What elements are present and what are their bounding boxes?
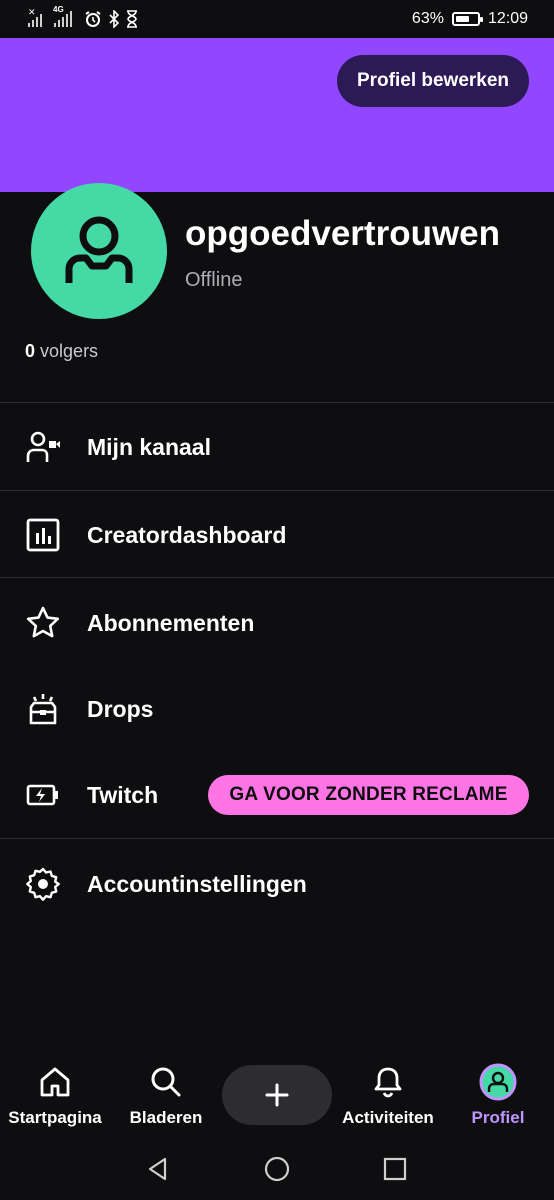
channel-icon (24, 428, 62, 466)
avatar[interactable] (31, 183, 167, 319)
online-status: Offline (185, 269, 243, 291)
status-bar: ✕ 4G 63% 12:09 (0, 0, 554, 38)
nav-home[interactable]: Startpagina (4, 1058, 106, 1138)
create-button[interactable] (222, 1065, 332, 1125)
battery-level (455, 16, 469, 22)
menu-item-creator-dashboard[interactable]: Creatordashboard (0, 505, 554, 565)
status-icons-right: 63% 12:09 (412, 8, 528, 30)
menu-item-label: Accountinstellingen (87, 870, 307, 897)
menu-item-twitch[interactable]: Twitch GA VOOR ZONDER RECLAME (0, 765, 554, 825)
nav-label: Startpagina (8, 1108, 102, 1127)
menu-item-label: Creatordashboard (87, 521, 287, 548)
gear-icon (24, 865, 62, 903)
divider (0, 577, 554, 578)
battery-percent: 63% (411, 10, 444, 27)
nav-profile[interactable]: Profiel (462, 1058, 534, 1138)
plus-icon (265, 1083, 289, 1107)
user-icon (65, 216, 133, 283)
menu-item-account-settings[interactable]: Accountinstellingen (0, 854, 554, 914)
system-navigation-bar (0, 1140, 554, 1200)
bell-icon (371, 1058, 405, 1106)
nav-label: Bladeren (129, 1108, 203, 1127)
divider (0, 402, 554, 403)
menu-item-label: Mijn kanaal (87, 433, 211, 460)
ad-free-promo-button[interactable]: GA VOOR ZONDER RECLAME (208, 775, 529, 815)
home-icon (38, 1058, 72, 1106)
back-icon[interactable] (143, 1154, 173, 1184)
home-circle-icon[interactable] (262, 1154, 292, 1184)
menu-item-drops[interactable]: Drops (0, 679, 554, 739)
menu-item-label: Drops (87, 695, 154, 722)
nav-browse[interactable]: Bladeren (120, 1058, 212, 1138)
clock: 12:09 (487, 10, 528, 27)
followers-count[interactable]: 0 volgers (25, 341, 98, 362)
nav-activity[interactable]: Activiteiten (334, 1058, 442, 1138)
menu-item-label: Abonnementen (87, 609, 255, 636)
search-icon (149, 1058, 183, 1106)
nav-label: Profiel (471, 1108, 525, 1127)
turbo-icon (24, 776, 62, 814)
menu-item-label: Twitch (87, 781, 159, 808)
bluetooth-icon (109, 10, 120, 28)
recents-icon[interactable] (380, 1154, 410, 1184)
divider (0, 490, 554, 491)
followers-label: volgers (40, 341, 99, 361)
menu-item-my-channel[interactable]: Mijn kanaal (0, 417, 554, 477)
mobile-data-icon: 4G (53, 5, 72, 27)
edit-profile-button[interactable]: Profiel bewerken (337, 55, 529, 107)
star-icon (24, 604, 62, 642)
signal-icon: ✕ (28, 7, 42, 27)
followers-number: 0 (25, 341, 36, 361)
menu-item-subscriptions[interactable]: Abonnementen (0, 593, 554, 653)
drops-icon (24, 690, 62, 728)
hourglass-icon (127, 10, 137, 28)
dashboard-icon (24, 516, 62, 554)
divider (0, 838, 554, 839)
battery-icon (451, 12, 483, 26)
alarm-icon (85, 11, 101, 27)
avatar-icon (479, 1058, 517, 1106)
status-icons-left: ✕ 4G (28, 5, 138, 30)
username: opgoedvertrouwen (185, 214, 501, 253)
nav-label: Activiteiten (342, 1108, 434, 1127)
